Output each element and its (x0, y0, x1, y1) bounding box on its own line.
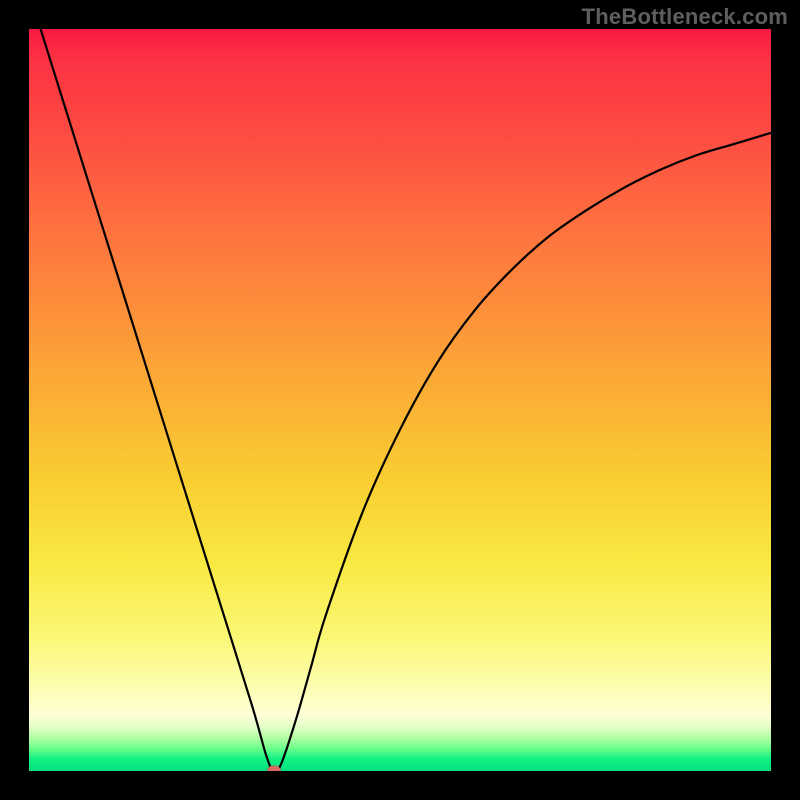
watermark-text: TheBottleneck.com (582, 4, 788, 30)
optimum-marker (267, 766, 281, 772)
bottleneck-curve (29, 29, 771, 771)
chart-frame: TheBottleneck.com (0, 0, 800, 800)
plot-area (29, 29, 771, 771)
